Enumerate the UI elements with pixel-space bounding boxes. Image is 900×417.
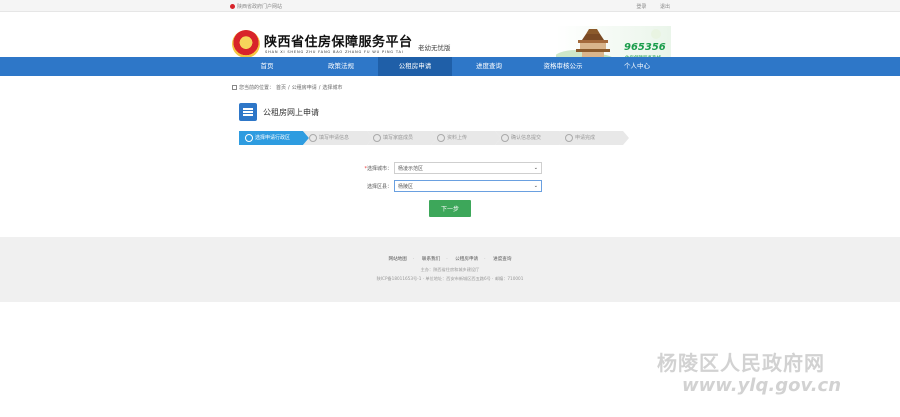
step-progress: 选择申请行政区 填写申请信息 填写家庭成员 资料上传 确认信息提交 申请完成 xyxy=(239,131,629,145)
step-check-icon xyxy=(245,134,253,142)
step-fill-info: 填写申请信息 xyxy=(303,131,373,145)
site-footer: 网站地图 · 联系我们 · 公租房申请 · 进度查询 主办：陕西省住房和城乡建设厅 陕… xyxy=(0,237,900,302)
footer-links: 网站地图 · 联系我们 · 公租房申请 · 进度查询 xyxy=(388,257,512,262)
nav-item-progress[interactable]: 进度查询 xyxy=(452,57,526,76)
step-family-icon xyxy=(373,134,381,142)
breadcrumb-prefix: 您当前的位置： xyxy=(239,85,275,91)
nav-item-publicity[interactable]: 资格审核公示 xyxy=(526,57,600,76)
portal-emblem-icon xyxy=(230,3,235,9)
chevron-down-icon: ⌄ xyxy=(533,165,538,171)
site-title[interactable]: 陕西省住房保障服务平台 xyxy=(264,31,413,50)
breadcrumb-item-home[interactable]: 首页 xyxy=(276,84,286,91)
step-complete: 申请完成 xyxy=(559,131,629,145)
step-upload-icon xyxy=(437,134,445,142)
home-icon xyxy=(232,85,237,90)
step-label: 确认信息提交 xyxy=(511,135,542,141)
step-label: 填写申请信息 xyxy=(319,135,350,141)
district-form: *选择城市： 杨凌示范区 ⌄ 选择区县： 杨陵区 ⌄ xyxy=(320,160,542,196)
district-label: 选择区县： xyxy=(366,183,392,190)
next-step-button[interactable]: 下一步 xyxy=(429,200,471,217)
page-title: 公租房网上申请 xyxy=(263,107,319,117)
step-edit-icon xyxy=(309,134,317,142)
footer-link-sitemap[interactable]: 网站地图 xyxy=(389,257,407,262)
step-label: 申请完成 xyxy=(575,135,596,141)
city-select[interactable]: 杨凌示范区 ⌄ xyxy=(394,162,542,174)
footer-link-progress[interactable]: 进度查询 xyxy=(493,257,511,262)
step-family-members: 填写家庭成员 xyxy=(367,131,437,145)
breadcrumb-item-apply[interactable]: 公租房申请 xyxy=(292,84,317,91)
footer-link-apply[interactable]: 公租房申请 xyxy=(455,257,478,262)
main-nav: 首页 政策法规 公租房申请 进度查询 资格审核公示 个人中心 xyxy=(0,57,900,76)
step-done-icon xyxy=(565,134,573,142)
login-link[interactable]: 登录 xyxy=(636,4,646,10)
district-row: 选择区县： 杨陵区 ⌄ xyxy=(320,178,542,194)
step-confirm-submit: 确认信息提交 xyxy=(495,131,565,145)
logout-link[interactable]: 退出 xyxy=(660,4,670,10)
city-row: *选择城市： 杨凌示范区 ⌄ xyxy=(320,160,542,176)
district-select[interactable]: 杨陵区 ⌄ xyxy=(394,180,542,192)
step-label: 资料上传 xyxy=(447,135,468,141)
district-select-value: 杨陵区 xyxy=(398,183,414,190)
watermark-site-url: www.ylq.gov.cn xyxy=(682,375,842,396)
breadcrumb-separator: / xyxy=(288,84,290,91)
city-select-value: 杨凌示范区 xyxy=(398,165,424,172)
site-pinyin: SHAN XI SHENG ZHU FANG BAO ZHANG FU WU P… xyxy=(265,50,404,54)
nav-item-apply[interactable]: 公租房申请 xyxy=(378,57,452,76)
step-label: 选择申请行政区 xyxy=(255,135,291,141)
national-emblem-icon xyxy=(232,30,260,58)
footer-host: 主办：陕西省住房和城乡建设厅 xyxy=(420,267,480,272)
footer-icp: 陕ICP备18011653号-1 · 单位地址：西安市新城区西五路6号 · 邮编… xyxy=(376,276,524,281)
portal-link[interactable]: 陕西省政府门户网站 xyxy=(237,3,282,10)
step-submit-icon xyxy=(501,134,509,142)
site-header: 陕西省住房保障服务平台 SHAN XI SHENG ZHU FANG BAO Z… xyxy=(0,12,900,66)
nav-item-policy[interactable]: 政策法规 xyxy=(304,57,378,76)
footer-link-contact[interactable]: 联系我们 xyxy=(422,257,440,262)
city-label: *选择城市： xyxy=(364,165,392,172)
step-label: 填写家庭成员 xyxy=(383,135,414,141)
nav-item-personal[interactable]: 个人中心 xyxy=(600,57,674,76)
chevron-down-icon: ⌄ xyxy=(533,183,538,189)
step-select-district: 选择申请行政区 xyxy=(239,131,309,145)
breadcrumb-separator: / xyxy=(318,84,321,91)
application-form-icon xyxy=(239,103,257,121)
top-bar: 陕西省政府门户网站 登录 退出 xyxy=(0,0,900,12)
hotline-number: 965356 xyxy=(624,42,666,53)
breadcrumb-item-current: 选择城市 xyxy=(322,85,343,91)
step-upload: 资料上传 xyxy=(431,131,501,145)
breadcrumb: 您当前的位置： 首页 / 公租房申请 / 选择城市 xyxy=(232,84,342,91)
page-heading: 公租房网上申请 xyxy=(239,103,319,121)
nav-item-home[interactable]: 首页 xyxy=(230,57,304,76)
care-mode-link[interactable]: 老幼无忧版 xyxy=(418,42,451,52)
watermark-site-name: 杨陵区人民政府网 xyxy=(657,351,825,375)
